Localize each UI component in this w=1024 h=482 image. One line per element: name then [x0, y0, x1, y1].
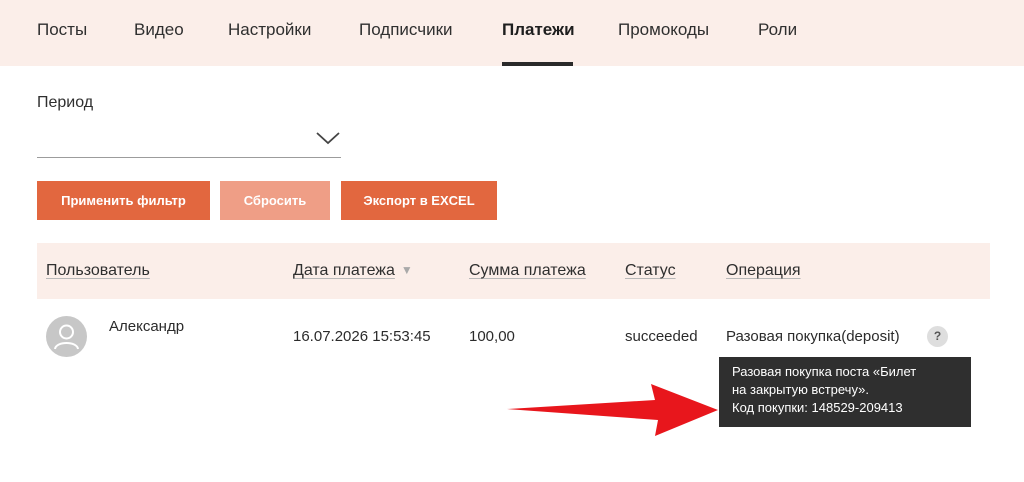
column-header-status[interactable]: Статус	[625, 262, 676, 280]
avatar	[46, 316, 87, 357]
tab-subscribers[interactable]: Подписчики	[359, 20, 453, 40]
tooltip-line-3: Код покупки: 148529-209413	[732, 400, 903, 415]
user-name[interactable]: Александр	[109, 318, 184, 335]
column-header-user[interactable]: Пользователь	[46, 262, 150, 280]
tooltip-line-1: Разовая покупка поста «Билет	[732, 364, 917, 379]
period-label: Период	[37, 94, 94, 111]
apply-filter-button[interactable]: Применить фильтр	[37, 181, 210, 220]
tab-settings[interactable]: Настройки	[228, 20, 311, 40]
tab-payments[interactable]: Платежи	[502, 20, 575, 40]
export-excel-button[interactable]: Экспорт в EXCEL	[341, 181, 497, 220]
active-tab-indicator	[502, 62, 573, 66]
operation-tooltip: Разовая покупка поста «Билет на закрытую…	[719, 357, 971, 427]
period-select[interactable]	[37, 124, 341, 158]
payment-operation: Разовая покупка(deposit)	[726, 328, 900, 345]
column-header-date[interactable]: Дата платежа ▼	[293, 262, 413, 280]
sort-down-icon: ▼	[400, 263, 413, 277]
column-header-operation[interactable]: Операция	[726, 262, 801, 280]
tab-roles[interactable]: Роли	[758, 20, 797, 40]
user-icon	[54, 324, 79, 350]
tooltip-line-2: на закрытую встречу».	[732, 382, 869, 397]
tab-promocodes[interactable]: Промокоды	[618, 20, 709, 40]
chevron-down-icon	[316, 132, 340, 145]
help-icon[interactable]: ?	[927, 326, 948, 347]
tab-posts[interactable]: Посты	[37, 20, 87, 40]
payment-status: succeeded	[625, 328, 698, 345]
reset-button[interactable]: Сбросить	[220, 181, 330, 220]
tab-video[interactable]: Видео	[134, 20, 184, 40]
table-header: Пользователь Дата платежа ▼ Сумма платежа…	[37, 243, 990, 299]
top-nav: Посты Видео Настройки Подписчики Платежи…	[0, 0, 1024, 66]
payment-amount: 100,00	[469, 328, 515, 345]
column-header-amount[interactable]: Сумма платежа	[469, 262, 586, 280]
column-header-date-label: Дата платежа	[293, 262, 395, 279]
payment-date: 16.07.2026 15:53:45	[293, 328, 431, 345]
red-arrow-icon	[507, 384, 718, 436]
